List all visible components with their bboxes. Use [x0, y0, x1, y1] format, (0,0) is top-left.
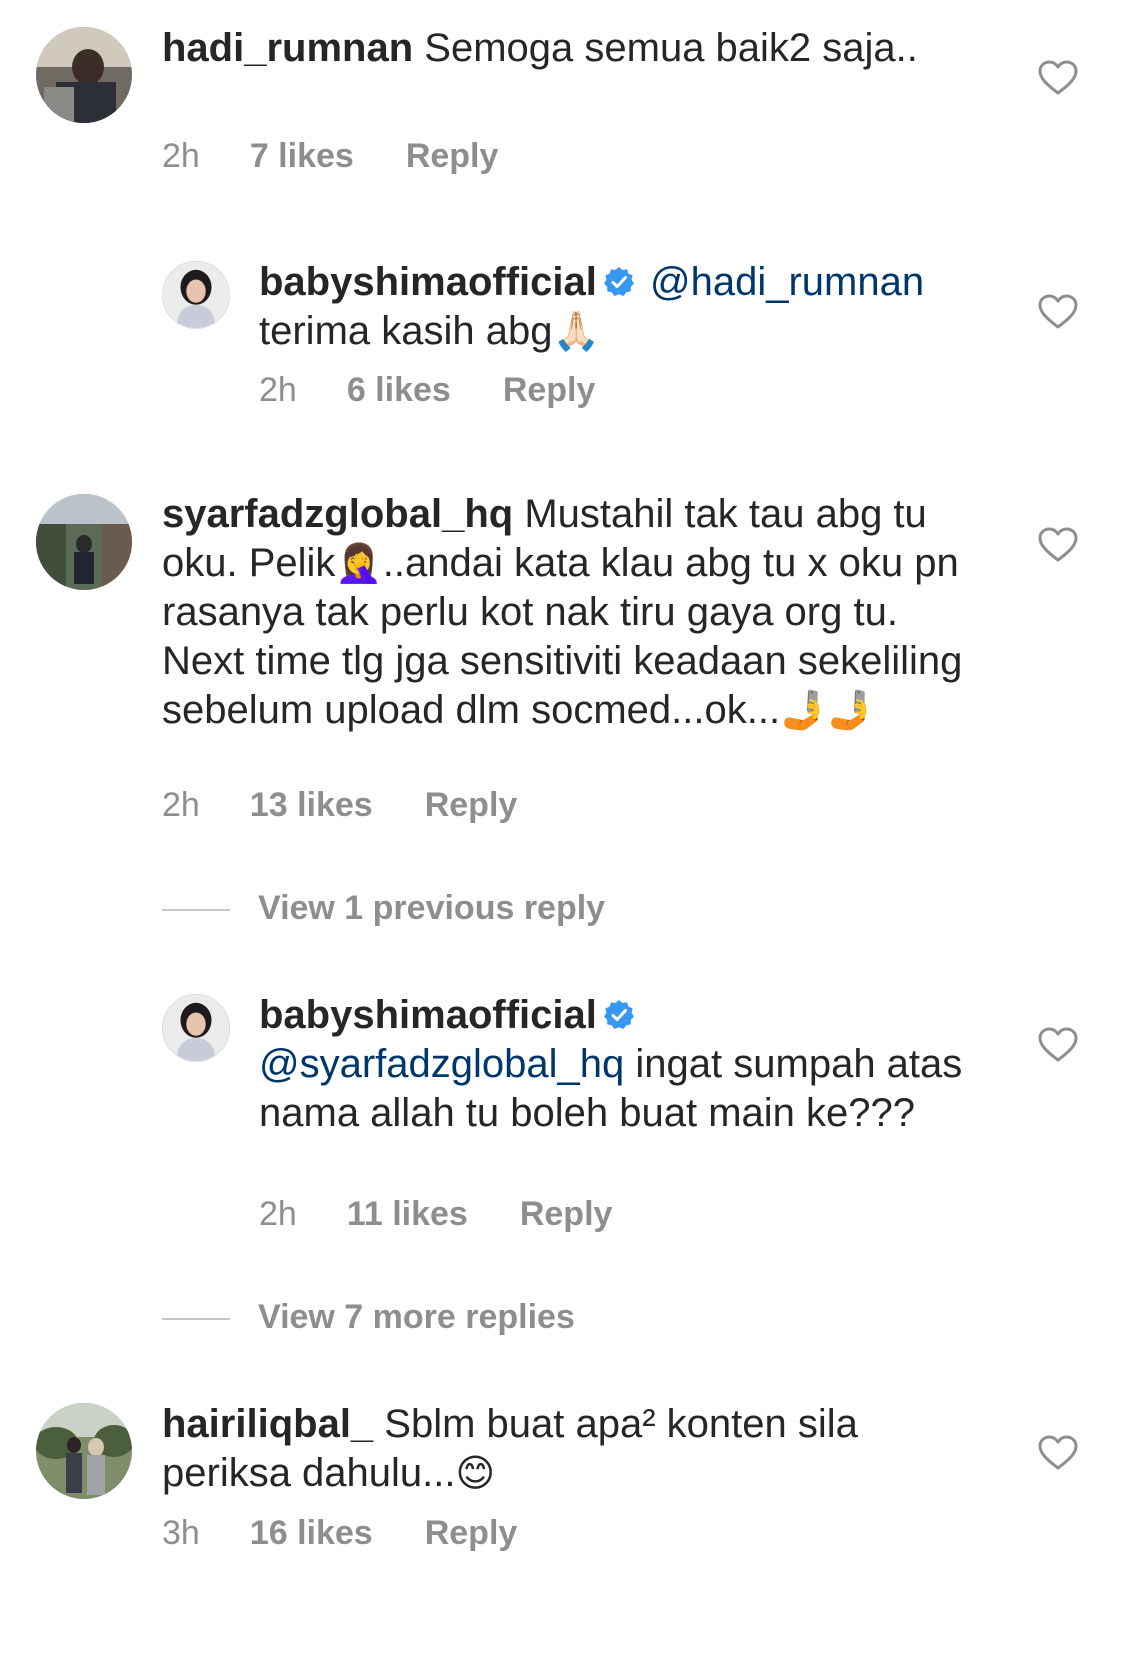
- avatar-babyshimaofficial[interactable]: [162, 261, 230, 329]
- comment-time: 3h: [162, 1514, 200, 1552]
- selfie-emoji: 🤳🤳: [780, 688, 875, 732]
- reply-username[interactable]: babyshimaofficial: [259, 993, 597, 1037]
- comment-time: 2h: [162, 786, 200, 824]
- heart-outline-icon[interactable]: [1038, 60, 1078, 96]
- comment-text: syarfadzglobal_hq Mustahil tak tau abg t…: [162, 490, 972, 735]
- reply-button[interactable]: Reply: [503, 371, 596, 410]
- heart-outline-icon[interactable]: [1038, 1027, 1078, 1063]
- view-previous-replies-label: View 1 previous reply: [258, 889, 606, 927]
- reply-meta: 2h 11 likes Reply: [259, 1195, 612, 1234]
- reply-username[interactable]: babyshimaofficial: [259, 260, 597, 304]
- comment-text: hadi_rumnan Semoga semua baik2 saja..: [162, 24, 972, 73]
- comment-text: hairiliqbal_ Sblm buat apa² konten sila …: [162, 1400, 972, 1498]
- comment-likes-link[interactable]: 7 likes: [250, 137, 354, 176]
- comment-likes-link[interactable]: 16 likes: [250, 1514, 373, 1553]
- reply-button[interactable]: Reply: [406, 137, 499, 176]
- heart-outline-icon[interactable]: [1038, 527, 1078, 563]
- smiling-face-emoji: 😊: [455, 1451, 496, 1495]
- avatar-babyshimaofficial[interactable]: [162, 994, 230, 1062]
- heart-outline-icon[interactable]: [1038, 294, 1078, 330]
- avatar-hairiliqbal[interactable]: [36, 1403, 132, 1499]
- avatar-hadi-rumnan[interactable]: [36, 27, 132, 123]
- facepalm-emoji: 🤦‍♀️: [335, 541, 383, 585]
- avatar-syarfadzglobal-hq[interactable]: [36, 494, 132, 590]
- reply-message: terima kasih abg: [259, 309, 553, 353]
- reply-text: babyshimaofficial @hadi_rumnan terima ka…: [259, 258, 989, 356]
- reply-meta: 2h 6 likes Reply: [259, 371, 595, 410]
- comment-username[interactable]: hairiliqbal_: [162, 1402, 373, 1446]
- reply-likes-link[interactable]: 6 likes: [347, 371, 451, 410]
- comment-time: 2h: [162, 137, 200, 175]
- reply-time: 2h: [259, 1195, 297, 1233]
- comment-meta: 3h 16 likes Reply: [162, 1514, 517, 1553]
- comment-meta: 2h 7 likes Reply: [162, 137, 498, 176]
- view-previous-replies-button[interactable]: View 1 previous reply: [162, 889, 605, 928]
- view-more-replies-label: View 7 more replies: [258, 1298, 575, 1336]
- comment-username[interactable]: syarfadzglobal_hq: [162, 492, 513, 536]
- comment-meta: 2h 13 likes Reply: [162, 786, 517, 825]
- reply-likes-link[interactable]: 11 likes: [347, 1195, 468, 1234]
- comment-message: Semoga semua baik2 saja..: [424, 26, 918, 70]
- mention-link[interactable]: @syarfadzglobal_hq: [259, 1042, 624, 1086]
- verified-badge-icon: [603, 261, 635, 296]
- reply-time: 2h: [259, 371, 297, 409]
- verified-badge-icon: [603, 994, 635, 1029]
- mention-link[interactable]: @hadi_rumnan: [650, 260, 924, 304]
- reply-button[interactable]: Reply: [425, 786, 518, 825]
- divider-line: [162, 909, 230, 912]
- folded-hands-emoji: 🙏🏻: [552, 309, 600, 353]
- heart-outline-icon[interactable]: [1038, 1435, 1078, 1471]
- comment-username[interactable]: hadi_rumnan: [162, 26, 413, 70]
- comment-likes-link[interactable]: 13 likes: [250, 786, 373, 825]
- reply-button[interactable]: Reply: [520, 1195, 613, 1234]
- reply-button[interactable]: Reply: [425, 1514, 518, 1553]
- divider-line: [162, 1318, 230, 1321]
- view-more-replies-button[interactable]: View 7 more replies: [162, 1298, 575, 1337]
- reply-text: babyshimaofficial @syarfadzglobal_hq inga…: [259, 991, 989, 1138]
